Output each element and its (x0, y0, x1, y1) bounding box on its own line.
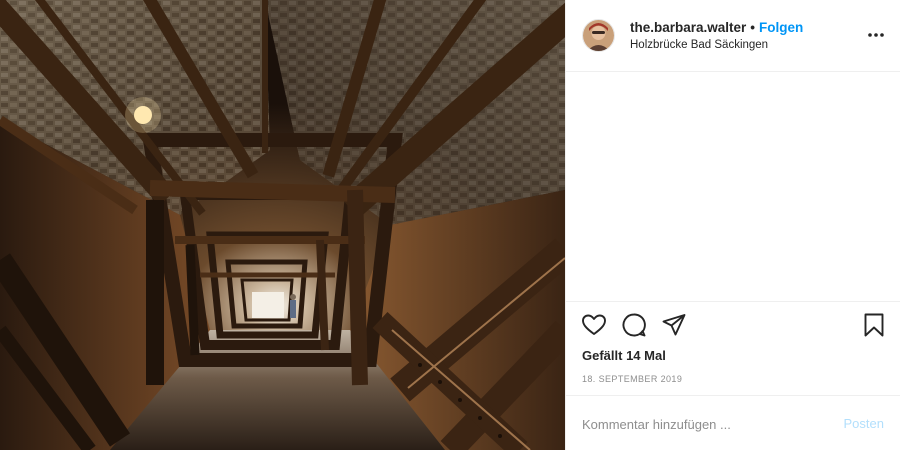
post-side-panel: the.barbara.walter • Folgen Holzbrücke Bad… (565, 0, 900, 450)
post-date[interactable]: 18. SEPTEMBER 2019 (582, 374, 682, 384)
avatar-photo-icon (583, 20, 614, 51)
post-actions: Gefällt 14 Mal 18. SEPTEMBER 2019 (566, 301, 900, 395)
comments-area (566, 72, 900, 301)
separator-dot: • (750, 20, 756, 35)
bookmark-icon[interactable] (861, 312, 887, 338)
heart-icon[interactable] (581, 312, 607, 338)
follow-button[interactable]: Folgen (759, 20, 803, 35)
share-icon[interactable] (661, 312, 687, 338)
likes-count[interactable]: Gefällt 14 Mal (582, 348, 666, 363)
header-line: the.barbara.walter • Folgen (630, 20, 803, 36)
header-text: the.barbara.walter • Folgen Holzbrücke Bad… (630, 20, 803, 53)
post-photo[interactable] (0, 0, 565, 450)
post-comment-button[interactable]: Posten (844, 416, 884, 431)
add-comment-bar: Posten (566, 395, 900, 450)
bridge-photo-image (0, 0, 565, 450)
more-options-icon[interactable] (867, 26, 885, 44)
comment-input[interactable] (582, 414, 822, 434)
comment-icon[interactable] (621, 312, 647, 338)
post-header: the.barbara.walter • Folgen Holzbrücke Bad… (566, 0, 900, 72)
author-username[interactable]: the.barbara.walter (630, 20, 746, 35)
post-location[interactable]: Holzbrücke Bad Säckingen (630, 38, 803, 53)
instagram-post: the.barbara.walter • Folgen Holzbrücke Bad… (0, 0, 900, 450)
author-avatar[interactable] (582, 19, 615, 52)
